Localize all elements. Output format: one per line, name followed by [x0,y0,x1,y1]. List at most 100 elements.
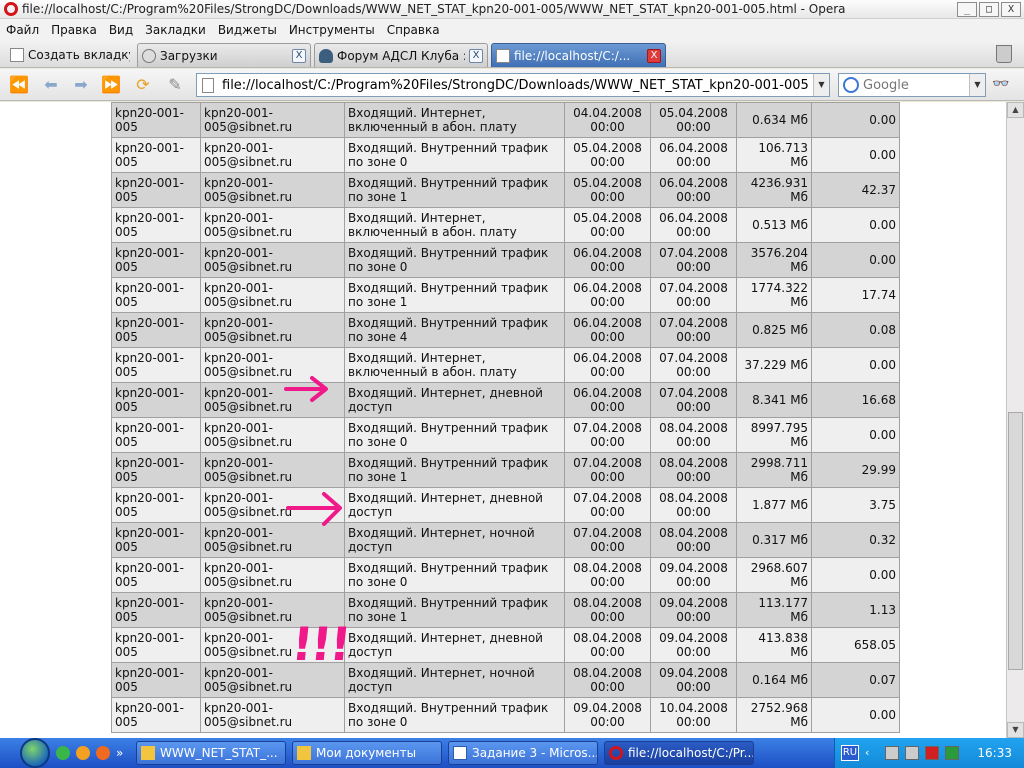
time-value: 00:00 [590,575,625,589]
cell-start: 05.04.2008 00:00 [564,172,651,208]
date-value: 05.04.2008 [573,211,642,225]
search-box[interactable]: ▼ [838,73,986,97]
taskbar-item-my-documents[interactable]: Мои документы [292,741,442,765]
scroll-down-icon[interactable]: ▼ [1007,722,1024,738]
reload-icon[interactable]: ⟳ [132,75,154,95]
menu-help[interactable]: Справка [381,23,446,37]
cell-service: Входящий. Внутренний трафик по зоне 1 [344,452,565,488]
menu-view[interactable]: Вид [103,23,139,37]
vertical-scrollbar[interactable]: ▲ ▼ [1006,102,1024,738]
time-value: 00:00 [590,295,625,309]
more-icon[interactable]: » [116,746,130,760]
date-value: 06.04.2008 [573,316,642,330]
cell-email: kpn20-001-005@sibnet.ru [200,277,345,313]
page-icon [202,77,214,93]
date-value: 06.04.2008 [573,351,642,365]
date-value: 08.04.2008 [573,631,642,645]
tab-close-icon[interactable]: X [469,48,483,63]
tab-forum[interactable]: Форум АДСЛ Клуба ::... X [314,43,488,67]
cell-end: 09.04.2008 00:00 [650,557,737,593]
taskbar-item-word[interactable]: Задание 3 - Micros... [448,741,598,765]
menu-tools[interactable]: Инструменты [283,23,381,37]
back-icon[interactable]: ⬅ [40,75,62,95]
start-button[interactable] [20,738,50,768]
table-row: kpn20-001-005 kpn20-001-005@sibnet.ru Вход… [111,277,900,313]
time-value: 00:00 [676,540,711,554]
cell-start: 07.04.2008 00:00 [564,417,651,453]
date-value: 07.04.2008 [659,316,728,330]
time-value: 00:00 [676,435,711,449]
language-indicator[interactable]: RU [841,745,859,761]
cell-end: 09.04.2008 00:00 [650,662,737,698]
menu-bookmarks[interactable]: Закладки [139,23,212,37]
cell-volume: 4236.931 Мб [736,172,812,208]
cell-email: kpn20-001-005@sibnet.ru [200,557,345,593]
taskbar-item-folder[interactable]: WWW_NET_STAT_... [136,741,286,765]
time-value: 00:00 [590,610,625,624]
date-value: 07.04.2008 [573,491,642,505]
new-tab-button[interactable]: Создать вкладку [6,43,130,67]
cell-service: Входящий. Интернет, дневной доступ [344,382,565,418]
cell-service: Входящий. Внутренний трафик по зоне 0 [344,557,565,593]
time-value: 00:00 [590,120,625,134]
cell-start: 07.04.2008 00:00 [564,522,651,558]
cell-email: kpn20-001-005@sibnet.ru [200,697,345,733]
maximize-button[interactable]: □ [979,1,999,17]
cell-service: Входящий. Интернет, включенный в абон. п… [344,347,565,383]
tray-expand-icon[interactable]: ‹ [865,746,879,760]
trash-icon[interactable] [996,45,1012,63]
date-value: 06.04.2008 [573,386,642,400]
search-input[interactable] [863,77,969,93]
time-value: 00:00 [590,680,625,694]
table-row: kpn20-001-005 kpn20-001-005@sibnet.ru Вход… [111,487,900,523]
glasses-icon[interactable]: 👓 [992,76,1018,94]
time-value: 00:00 [590,190,625,204]
cell-login: kpn20-001-005 [111,557,201,593]
time-value: 00:00 [590,715,625,729]
fast-forward-icon[interactable]: ⏩ [100,75,122,95]
forward-icon[interactable]: ➡ [70,75,92,95]
tray-app-icon[interactable] [945,746,959,760]
minimize-button[interactable]: _ [957,1,977,17]
cell-end: 08.04.2008 00:00 [650,417,737,453]
address-url[interactable]: file://localhost/C:/Program%20Files/Stro… [222,78,813,93]
tab-close-icon[interactable]: X [647,48,661,63]
date-value: 07.04.2008 [659,246,728,260]
scrollbar-thumb[interactable] [1008,412,1023,670]
firefox-icon[interactable] [96,746,110,760]
rewind-icon[interactable]: ⏪ [8,75,30,95]
cell-service: Входящий. Внутренний трафик по зоне 0 [344,697,565,733]
avant-icon[interactable] [76,746,90,760]
date-value: 05.04.2008 [659,106,728,120]
taskbar-item-opera[interactable]: file://localhost/C:/Pr... [604,741,754,765]
network-icon[interactable] [905,746,919,760]
tab-downloads[interactable]: Загрузки X [137,43,311,67]
tab-close-icon[interactable]: X [292,48,306,63]
menu-edit[interactable]: Правка [45,23,103,37]
cell-volume: 0.164 Мб [736,662,812,698]
cell-service: Входящий. Интернет, ночной доступ [344,662,565,698]
antivirus-icon[interactable] [925,746,939,760]
close-button[interactable]: X [1001,1,1021,17]
time-value: 00:00 [676,155,711,169]
scroll-up-icon[interactable]: ▲ [1007,102,1024,118]
edit-icon[interactable]: ✎ [164,75,186,95]
search-engine-dropdown[interactable]: ▼ [969,74,985,96]
address-bar[interactable]: file://localhost/C:/Program%20Files/Stro… [196,73,830,97]
menu-widgets[interactable]: Виджеты [212,23,283,37]
time-value: 00:00 [676,190,711,204]
tab-local-file[interactable]: file://localhost/C:/... X [491,43,666,67]
chevron-down-icon[interactable]: ▼ [813,74,829,96]
menu-file[interactable]: Файл [0,23,45,37]
time-value: 00:00 [590,645,625,659]
google-icon [843,77,859,93]
cell-volume: 2998.711 Мб [736,452,812,488]
cell-volume: 413.838 Мб [736,627,812,663]
utorrent-icon[interactable] [56,746,70,760]
time-value: 00:00 [676,575,711,589]
navigation-bar: ⏪ ⬅ ➡ ⏩ ⟳ ✎ file://localhost/C:/Program%… [0,69,1024,101]
cell-end: 08.04.2008 00:00 [650,522,737,558]
cell-cost: 0.00 [811,242,900,278]
page-content: kpn20-001-005 kpn20-001-005@sibnet.ru Вход… [0,102,1006,738]
network-icon[interactable] [885,746,899,760]
